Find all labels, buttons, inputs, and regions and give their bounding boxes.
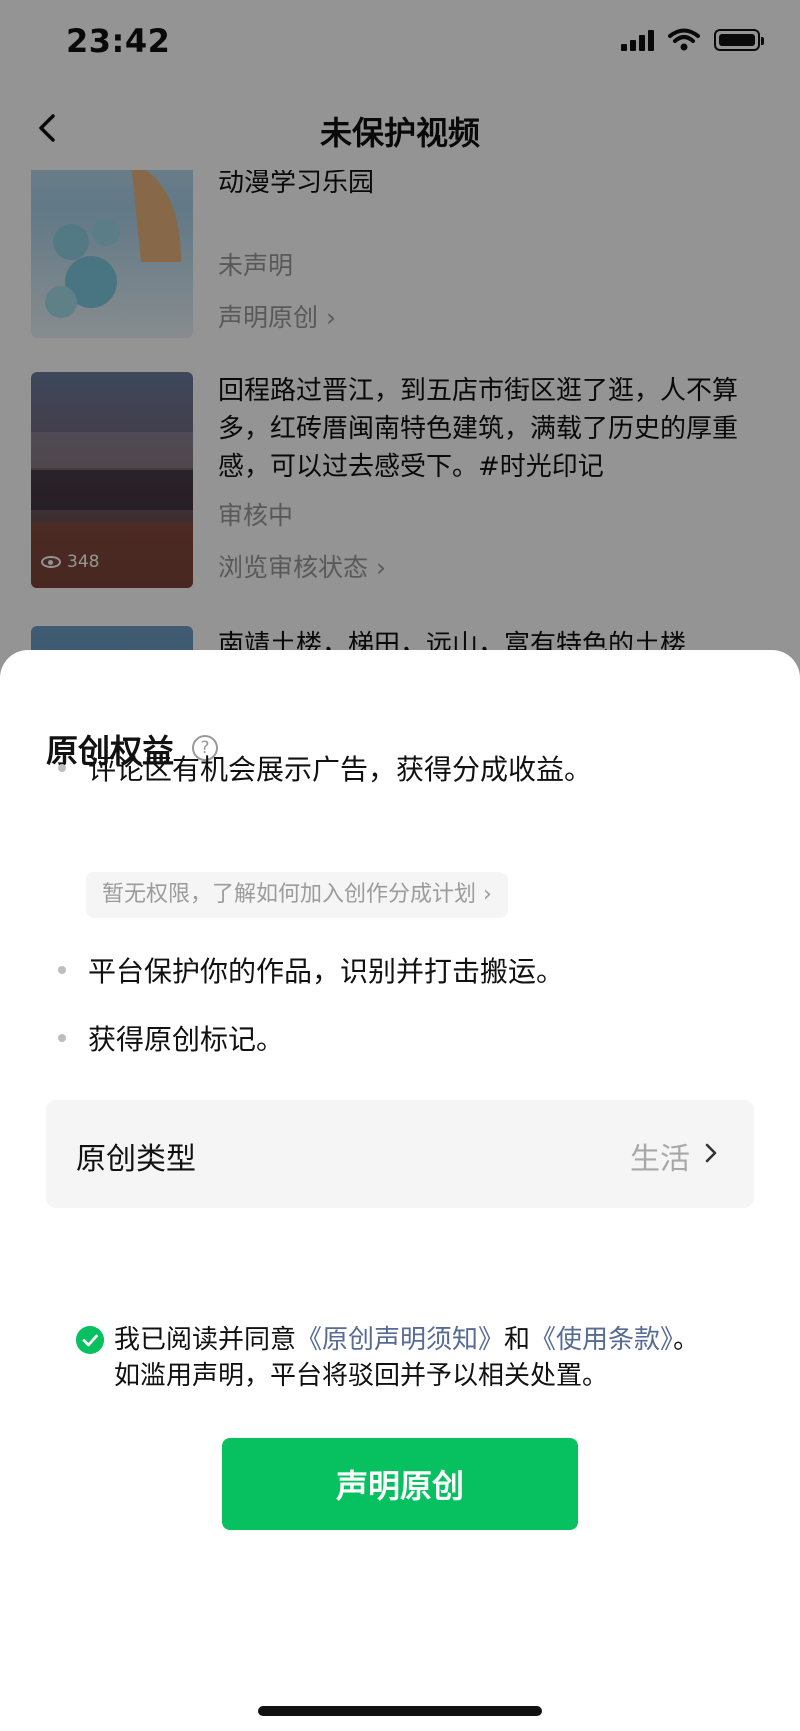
bullet-dot	[58, 1034, 66, 1042]
bullet-dot	[58, 966, 66, 974]
check-circle-icon[interactable]	[76, 1326, 104, 1354]
original-notice-link[interactable]: 《原创声明须知》	[296, 1325, 504, 1355]
benefit-item: 获得原创标记。	[58, 1018, 760, 1058]
agreement-text: 我已阅读并同意《原创声明须知》和《使用条款》。 如滥用声明，平台将驳回并予以相关…	[114, 1325, 700, 1391]
bullet-dot	[58, 764, 66, 772]
home-indicator	[258, 1706, 542, 1716]
original-type-label: 原创类型	[76, 1142, 196, 1177]
original-rights-sheet: 原创权益 ? 评论区有机会展示广告，获得分成收益。 暂无权限，了解如何加入创作分…	[0, 650, 800, 1731]
terms-of-use-link[interactable]: 《使用条款》	[530, 1325, 673, 1355]
original-type-value: 生活	[630, 1142, 690, 1177]
declare-original-button[interactable]: 声明原创	[222, 1438, 578, 1530]
permission-note-link[interactable]: 暂无权限，了解如何加入创作分成计划 ›	[86, 872, 508, 918]
chevron-right-icon	[705, 1143, 717, 1163]
benefit-item: 平台保护你的作品，识别并打击搬运。	[58, 950, 760, 990]
benefit-item: 评论区有机会展示广告，获得分成收益。	[58, 748, 760, 788]
original-type-selector[interactable]: 原创类型 生活	[46, 1100, 754, 1208]
